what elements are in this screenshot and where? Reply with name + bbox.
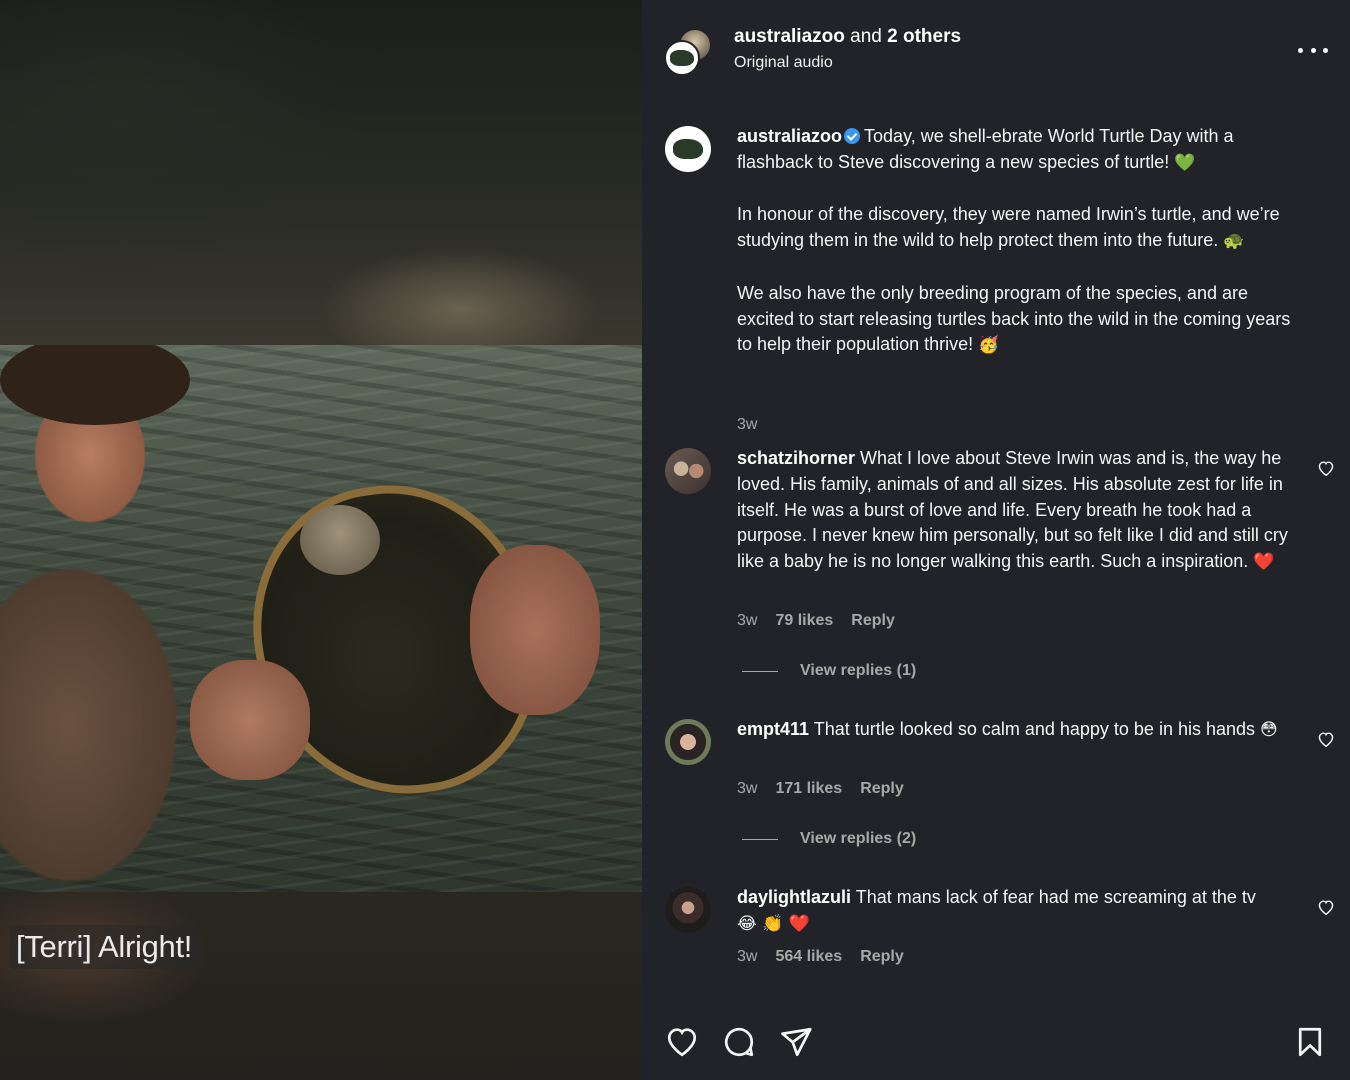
comment-likes[interactable]: 564 likes <box>775 948 842 966</box>
red-heart-icon: ❤️ <box>1253 552 1275 573</box>
caption-username[interactable]: australiazoo <box>737 126 842 146</box>
view-replies-button[interactable]: View replies (1) <box>742 662 916 680</box>
turtle-head <box>300 505 380 575</box>
view-replies-label: View replies (2) <box>800 830 917 847</box>
zoo-logo-icon <box>670 50 694 66</box>
caption-body: australiazoo Today, we shell-ebrate World… <box>737 124 1307 359</box>
dot-icon <box>1323 47 1328 53</box>
media-blur-top <box>0 0 642 345</box>
commenter-avatar[interactable] <box>665 719 711 765</box>
caption-time[interactable]: 3w <box>737 416 757 434</box>
share-icon <box>781 1027 812 1057</box>
share-button[interactable] <box>778 1024 814 1060</box>
comment-time[interactable]: 3w <box>737 780 757 798</box>
replies-divider <box>742 838 778 840</box>
audio-label[interactable]: Original audio <box>734 54 961 72</box>
comment-likes[interactable]: 171 likes <box>775 780 842 798</box>
media-blur-bottom <box>0 892 642 1080</box>
view-replies-label: View replies (1) <box>800 662 917 679</box>
view-replies-button[interactable]: View replies (2) <box>742 830 916 848</box>
author-avatar[interactable] <box>665 126 711 172</box>
party-face-icon: 🥳 <box>978 335 1000 356</box>
header-title: australiazoo and 2 others <box>734 26 961 48</box>
author-avatar[interactable] <box>664 40 700 76</box>
comment-text: That turtle looked so calm and happy to … <box>813 719 1256 739</box>
bookmark-icon <box>1298 1027 1322 1057</box>
others-link[interactable]: 2 others <box>887 26 961 47</box>
comment-body: empt411 That turtle looked so calm and h… <box>737 717 1307 744</box>
dot-icon <box>1310 47 1316 53</box>
comment-meta: 3w 564 likes Reply <box>737 948 904 966</box>
verified-badge-icon <box>844 128 861 144</box>
person-hand-right <box>470 545 600 715</box>
comment-meta: 3w 79 likes Reply <box>737 612 895 630</box>
comment-time[interactable]: 3w <box>737 948 757 966</box>
video-frame[interactable] <box>0 345 642 892</box>
caption-meta: 3w <box>737 416 757 434</box>
post-actions <box>642 1020 1350 1070</box>
comment-icon <box>724 1027 754 1057</box>
collab-avatars[interactable] <box>664 28 714 78</box>
post-header: australiazoo and 2 others Original audio <box>642 0 1350 100</box>
dot-icon <box>1298 47 1303 53</box>
comment-like-button[interactable] <box>1316 458 1336 478</box>
comment-item: schatzihorner What I love about Steve Ir… <box>642 446 1350 686</box>
more-options-button[interactable] <box>1298 38 1328 62</box>
post-viewer: [Terri] Alright! australiazoo and 2 othe… <box>0 0 1350 1080</box>
comment-meta: 3w 171 likes Reply <box>737 780 904 798</box>
comment-username[interactable]: empt411 <box>737 719 809 739</box>
heart-icon <box>1318 900 1334 915</box>
commenter-avatar[interactable] <box>665 448 711 494</box>
caption-p2-wrap: In honour of the discovery, they were na… <box>737 202 1307 255</box>
reply-button[interactable]: Reply <box>860 780 904 798</box>
heart-icon <box>667 1028 697 1057</box>
heart-icon <box>1318 732 1334 747</box>
caption-p2: In honour of the discovery, they were na… <box>737 204 1280 251</box>
comment-like-button[interactable] <box>1316 729 1336 749</box>
comment-body: schatzihorner What I love about Steve Ir… <box>737 446 1307 576</box>
comment-like-button[interactable] <box>1316 897 1336 917</box>
post-media[interactable]: [Terri] Alright! <box>0 0 642 1080</box>
person-hand-left <box>190 660 310 780</box>
post-caption: australiazoo Today, we shell-ebrate World… <box>642 124 1350 433</box>
like-button[interactable] <box>664 1024 700 1060</box>
comment-item: daylightlazuli That mans lack of fear ha… <box>642 885 1350 995</box>
author-username[interactable]: australiazoo <box>734 26 845 47</box>
save-button[interactable] <box>1292 1024 1328 1060</box>
comment-button[interactable] <box>721 1024 757 1060</box>
comment-item: empt411 That turtle looked so calm and h… <box>642 717 1350 867</box>
reply-button[interactable]: Reply <box>860 948 904 966</box>
post-sidebar: australiazoo and 2 others Original audio <box>642 0 1350 1080</box>
comment-likes[interactable]: 79 likes <box>775 612 833 630</box>
flushed-face-icon: 😳 <box>1260 720 1278 740</box>
video-subtitle: [Terri] Alright! <box>10 925 199 969</box>
header-connector: and <box>850 26 882 47</box>
green-heart-icon: 💚 <box>1174 152 1196 173</box>
caption-p3: We also have the only breeding program o… <box>737 282 1291 355</box>
reply-button[interactable]: Reply <box>851 612 895 630</box>
comment-body: daylightlazuli That mans lack of fear ha… <box>737 885 1307 938</box>
comment-username[interactable]: daylightlazuli <box>737 887 851 907</box>
zoo-logo-icon <box>673 139 703 159</box>
comment-time[interactable]: 3w <box>737 612 757 630</box>
caption-p3-wrap: We also have the only breeding program o… <box>737 281 1307 359</box>
laughing-clap-heart-icon: 😂 👏 ❤️ <box>737 913 811 934</box>
turtle-icon: 🐢 <box>1223 231 1245 252</box>
heart-icon <box>1318 461 1334 476</box>
replies-divider <box>742 670 778 672</box>
comment-text: That mans lack of fear had me screaming … <box>855 887 1256 907</box>
person-figure <box>0 345 290 892</box>
comment-username[interactable]: schatzihorner <box>737 448 855 468</box>
comments-list[interactable]: australiazoo Today, we shell-ebrate World… <box>642 100 1350 1000</box>
commenter-avatar[interactable] <box>665 887 711 933</box>
header-text: australiazoo and 2 others Original audio <box>734 26 961 72</box>
